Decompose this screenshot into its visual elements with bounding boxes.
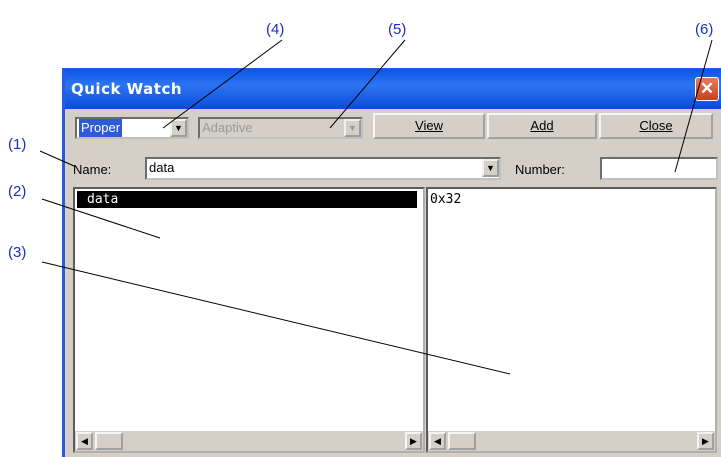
scroll-thumb[interactable] — [95, 432, 123, 450]
callout-4: (4) — [266, 21, 285, 38]
number-label: Number: — [515, 162, 565, 177]
mode-value: Proper — [79, 119, 123, 137]
name-value: data — [149, 160, 175, 175]
callout-1: (1) — [8, 136, 27, 153]
chevron-down-icon[interactable]: ▼ — [482, 159, 499, 177]
number-field[interactable] — [600, 157, 718, 180]
adaptive-combo[interactable]: Adaptive ▼ — [198, 117, 363, 139]
close-button[interactable]: Close — [599, 113, 713, 139]
arrow-right-icon[interactable]: ▶ — [405, 432, 422, 450]
title-bar[interactable]: Quick Watch ✕ — [65, 69, 721, 109]
scroll-thumb[interactable] — [448, 432, 476, 450]
callout-3: (3) — [8, 244, 27, 261]
close-icon[interactable]: ✕ — [695, 77, 719, 101]
view-button[interactable]: View — [373, 113, 485, 139]
callout-6: (6) — [695, 21, 714, 38]
quick-watch-window: Quick Watch ✕ Proper ▼ Adaptive ▼ View A… — [62, 68, 721, 457]
arrow-left-icon[interactable]: ◀ — [76, 432, 93, 450]
callout-5: (5) — [388, 21, 407, 38]
value-row[interactable]: 0x32 — [430, 191, 461, 208]
symbol-row[interactable]: data — [77, 191, 417, 208]
arrow-left-icon[interactable]: ◀ — [429, 432, 446, 450]
name-label: Name: — [73, 162, 112, 177]
symbol-pane-scrollbar[interactable]: ◀ ▶ — [75, 431, 423, 451]
add-button[interactable]: Add — [487, 113, 597, 139]
symbol-pane[interactable]: data ◀ ▶ — [73, 187, 425, 453]
mode-combo[interactable]: Proper ▼ — [75, 117, 189, 139]
chevron-down-icon: ▼ — [344, 119, 361, 137]
window-title: Quick Watch — [71, 80, 183, 98]
value-pane[interactable]: 0x32 ◀ ▶ — [426, 187, 717, 453]
name-field[interactable]: data ▼ — [145, 157, 501, 180]
adaptive-value: Adaptive — [202, 120, 253, 135]
callout-2: (2) — [8, 183, 27, 200]
value-pane-scrollbar[interactable]: ◀ ▶ — [428, 431, 715, 451]
arrow-right-icon[interactable]: ▶ — [697, 432, 714, 450]
chevron-down-icon[interactable]: ▼ — [170, 119, 187, 137]
